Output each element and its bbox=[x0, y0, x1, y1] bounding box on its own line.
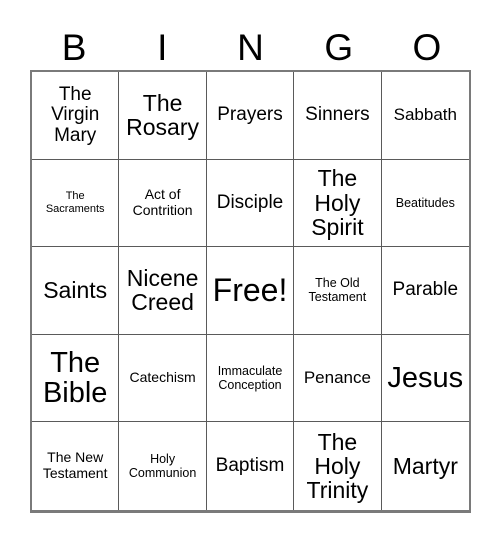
bingo-cell[interactable]: Saints bbox=[32, 247, 120, 335]
bingo-cell-label: Free! bbox=[212, 272, 288, 309]
bingo-header-letter-i: I bbox=[157, 27, 168, 68]
bingo-cell[interactable]: The Bible bbox=[32, 334, 120, 423]
bingo-cell-label: The Holy Trinity bbox=[306, 428, 369, 504]
bingo-cell[interactable]: Disciple bbox=[206, 159, 295, 248]
bingo-cell[interactable]: Prayers bbox=[206, 72, 295, 160]
bingo-cell-label: Disciple bbox=[216, 191, 284, 213]
bingo-cell[interactable]: Sinners bbox=[294, 72, 382, 160]
bingo-cell-label: The Virgin Mary bbox=[51, 83, 100, 146]
bingo-cell-label: Jesus bbox=[387, 362, 464, 395]
bingo-cell-label: Nicene Creed bbox=[126, 265, 199, 316]
bingo-cell-label: Sabbath bbox=[393, 104, 457, 124]
bingo-header-letter-n: N bbox=[237, 27, 264, 68]
bingo-cell-free[interactable]: Free! bbox=[206, 247, 295, 335]
bingo-cell-label: Prayers bbox=[217, 104, 283, 126]
bingo-cell[interactable]: Jesus bbox=[381, 334, 469, 423]
bingo-cell-label: Saints bbox=[43, 277, 108, 304]
bingo-cell[interactable]: Penance bbox=[294, 334, 382, 423]
bingo-cell-label: The Sacraments bbox=[45, 189, 105, 215]
bingo-cell[interactable]: Baptism bbox=[206, 422, 295, 510]
bingo-cell[interactable]: The New Testament bbox=[32, 422, 120, 510]
bingo-cell-label: The New Testament bbox=[42, 449, 108, 482]
bingo-header-letter-o: O bbox=[412, 27, 442, 68]
bingo-header-letter-b: B bbox=[61, 27, 87, 68]
bingo-cell-label: Penance bbox=[303, 367, 371, 387]
bingo-cell-label: The Old Testament bbox=[308, 275, 367, 305]
bingo-card: B I N G O The Virgin Mary The Rosary Prayers Si… bbox=[0, 0, 500, 544]
bingo-cell[interactable]: Sabbath bbox=[381, 72, 469, 160]
bingo-cell-label: Baptism bbox=[215, 454, 285, 476]
bingo-cell[interactable]: Catechism bbox=[119, 334, 207, 423]
bingo-cell[interactable]: Nicene Creed bbox=[119, 247, 207, 335]
bingo-cell[interactable]: The Holy Trinity bbox=[294, 422, 382, 510]
bingo-cell-label: Parable bbox=[392, 279, 459, 301]
bingo-cell-label: Beatitudes bbox=[395, 195, 455, 210]
bingo-cell[interactable]: Beatitudes bbox=[381, 159, 469, 248]
bingo-cell-label: Martyr bbox=[392, 453, 458, 479]
bingo-cell[interactable]: Act of Contrition bbox=[119, 159, 207, 248]
bingo-header-letter-g: G bbox=[324, 27, 354, 68]
bingo-cell-label: Catechism bbox=[129, 369, 196, 386]
bingo-cell[interactable]: The Rosary bbox=[119, 72, 207, 160]
bingo-cell-label: The Holy Spirit bbox=[311, 165, 364, 241]
bingo-cell[interactable]: Holy Communion bbox=[119, 422, 207, 510]
bingo-cell[interactable]: Martyr bbox=[381, 422, 469, 510]
bingo-cell-label: Act of Contrition bbox=[132, 185, 193, 218]
bingo-cell-label: The Rosary bbox=[126, 89, 200, 141]
bingo-cell[interactable]: The Sacraments bbox=[32, 159, 120, 248]
bingo-cell-label: Sinners bbox=[305, 104, 370, 126]
bingo-grid: The Virgin Mary The Rosary Prayers Sinners S… bbox=[30, 70, 471, 513]
bingo-cell[interactable]: Parable bbox=[381, 247, 469, 335]
bingo-header: BINGO bbox=[30, 18, 471, 68]
bingo-cell[interactable]: The Virgin Mary bbox=[32, 72, 120, 160]
bingo-cell[interactable]: Immaculate Conception bbox=[206, 334, 295, 423]
bingo-cell[interactable]: The Holy Spirit bbox=[294, 159, 382, 248]
bingo-cell-label: Holy Communion bbox=[128, 451, 197, 481]
bingo-cell-label: The Bible bbox=[42, 346, 108, 410]
bingo-cell-label: Immaculate Conception bbox=[217, 363, 283, 393]
bingo-cell[interactable]: The Old Testament bbox=[294, 247, 382, 335]
